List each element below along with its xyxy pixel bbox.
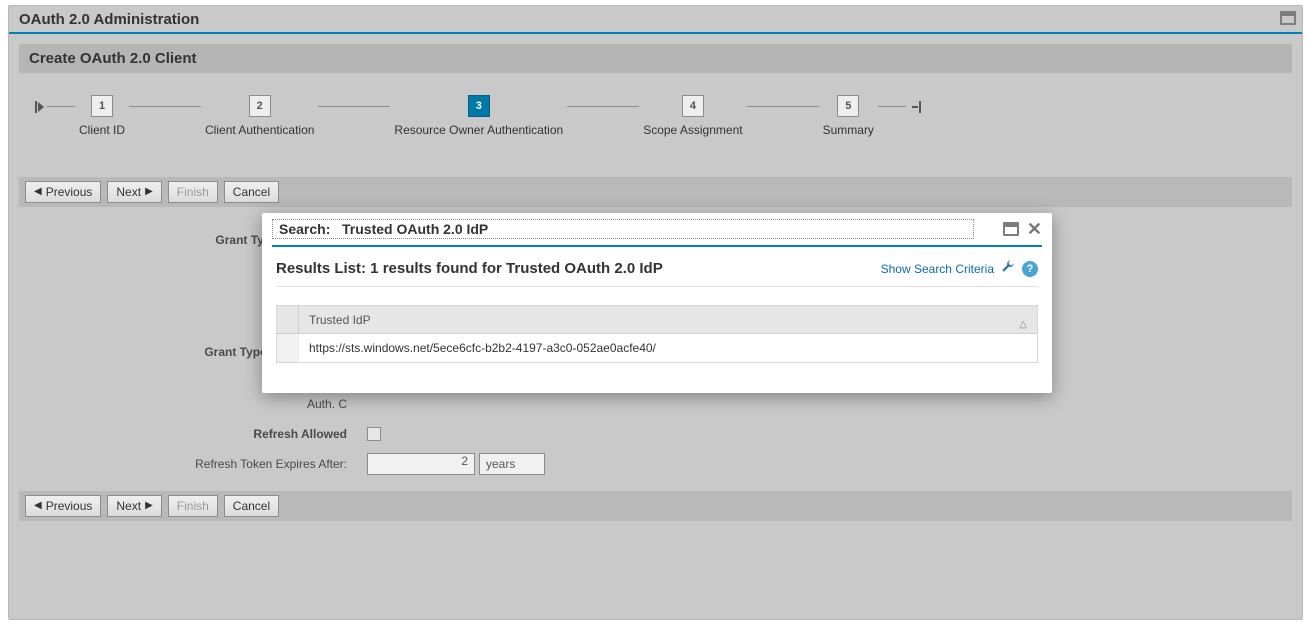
results-title: Results List: 1 results found for Truste… <box>276 260 663 277</box>
results-table-header: Trusted IdP △ <box>277 306 1037 334</box>
refresh-allowed-checkbox[interactable] <box>367 427 381 441</box>
window-mode-icon[interactable] <box>1280 11 1296 25</box>
label-refresh-expires: Refresh Token Expires After: <box>19 457 355 471</box>
previous-button[interactable]: ◀ Previous <box>25 495 101 517</box>
step-number: 3 <box>468 95 490 117</box>
close-icon[interactable]: ✕ <box>1027 220 1042 238</box>
step-connector <box>567 106 639 107</box>
wizard-end-icon <box>912 101 922 113</box>
viewport: OAuth 2.0 Administration Create OAuth 2.… <box>0 0 1311 630</box>
next-label: Next <box>116 499 141 513</box>
next-button[interactable]: Next ▶ <box>107 181 161 203</box>
step-label: Client ID <box>79 123 125 137</box>
step-number: 1 <box>91 95 113 117</box>
dialog-title-text: Trusted OAuth 2.0 IdP <box>342 221 488 237</box>
column-header-trusted-idp[interactable]: Trusted IdP △ <box>299 313 1037 327</box>
results-header: Results List: 1 results found for Truste… <box>262 247 1052 286</box>
wrench-icon[interactable] <box>1000 259 1016 278</box>
section-title: Create OAuth 2.0 Client <box>19 44 1292 73</box>
previous-label: Previous <box>46 185 93 199</box>
previous-label: Previous <box>46 499 93 513</box>
show-search-criteria-link[interactable]: Show Search Criteria <box>881 262 994 276</box>
help-icon[interactable]: ? <box>1022 261 1038 277</box>
cancel-label: Cancel <box>233 185 270 199</box>
next-label: Next <box>116 185 141 199</box>
results-table: Trusted IdP △ https://sts.windows.net/5e… <box>276 305 1038 363</box>
column-header-text: Trusted IdP <box>309 313 371 327</box>
row-selector-header[interactable] <box>277 306 299 333</box>
finish-label: Finish <box>177 185 209 199</box>
app-header: OAuth 2.0 Administration <box>9 6 1302 34</box>
refresh-expires-unit[interactable]: years <box>479 453 545 475</box>
step-label: Resource Owner Authentication <box>394 123 563 137</box>
step-number: 4 <box>682 95 704 117</box>
wizard-start-icon <box>35 101 47 113</box>
label-refresh-allowed: Refresh Allowed <box>19 427 355 441</box>
step-number: 2 <box>249 95 271 117</box>
cell-trusted-idp: https://sts.windows.net/5ece6cfc-b2b2-41… <box>299 341 1037 355</box>
step-4[interactable]: 4 Scope Assignment <box>643 95 742 137</box>
step-3[interactable]: 3 Resource Owner Authentication <box>394 95 563 137</box>
label-auth-c: Auth. C <box>19 397 355 411</box>
step-label: Summary <box>823 123 874 137</box>
next-button[interactable]: Next ▶ <box>107 495 161 517</box>
sort-icon: △ <box>1019 319 1027 330</box>
finish-button: Finish <box>168 495 218 517</box>
cancel-label: Cancel <box>233 499 270 513</box>
step-number: 5 <box>837 95 859 117</box>
step-2[interactable]: 2 Client Authentication <box>205 95 314 137</box>
previous-button[interactable]: ◀ Previous <box>25 181 101 203</box>
step-connector <box>747 106 819 107</box>
step-connector <box>129 106 201 107</box>
refresh-expires-value: 2 <box>461 454 468 468</box>
button-bar-bottom: ◀ Previous Next ▶ Finish Cancel <box>19 491 1292 521</box>
chevron-left-icon: ◀ <box>34 501 42 511</box>
step-5[interactable]: 5 Summary <box>823 95 874 137</box>
step-connector <box>47 106 75 107</box>
row-selector[interactable] <box>277 334 299 362</box>
refresh-expires-input[interactable]: 2 <box>367 453 475 475</box>
wizard-stepbar: 1 Client ID 2 Client Authentication 3 Re… <box>19 73 1292 177</box>
dialog-window-mode-icon[interactable] <box>1003 222 1019 236</box>
refresh-expires-unit-text: years <box>486 457 515 471</box>
chevron-right-icon: ▶ <box>145 187 153 197</box>
finish-button: Finish <box>168 181 218 203</box>
button-bar-top: ◀ Previous Next ▶ Finish Cancel <box>19 177 1292 207</box>
chevron-right-icon: ▶ <box>145 501 153 511</box>
step-connector <box>318 106 390 107</box>
finish-label: Finish <box>177 499 209 513</box>
step-label: Client Authentication <box>205 123 314 137</box>
cancel-button[interactable]: Cancel <box>224 181 279 203</box>
chevron-left-icon: ◀ <box>34 187 42 197</box>
results-separator <box>276 286 1038 287</box>
step-1[interactable]: 1 Client ID <box>79 95 125 137</box>
page-title: OAuth 2.0 Administration <box>19 11 199 28</box>
step-label: Scope Assignment <box>643 123 742 137</box>
step-connector <box>878 106 906 107</box>
table-row[interactable]: https://sts.windows.net/5ece6cfc-b2b2-41… <box>277 334 1037 362</box>
dialog-title: Search: Trusted OAuth 2.0 IdP <box>272 219 974 239</box>
cancel-button[interactable]: Cancel <box>224 495 279 517</box>
dialog-titlebar: Search: Trusted OAuth 2.0 IdP ✕ <box>262 213 1052 243</box>
search-dialog: Search: Trusted OAuth 2.0 IdP ✕ Results … <box>262 213 1052 393</box>
dialog-title-prefix: Search: <box>279 221 330 237</box>
